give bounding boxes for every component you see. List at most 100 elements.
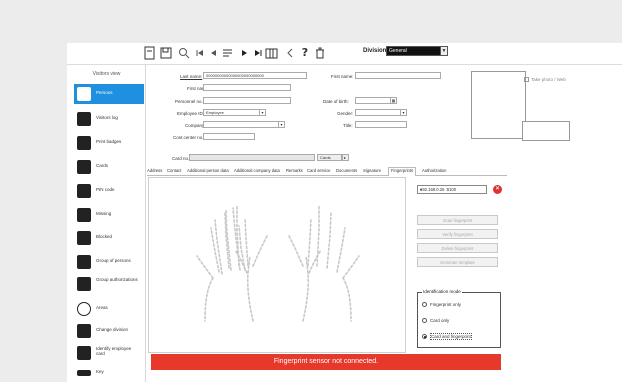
cards-button[interactable]: Cards — [317, 154, 342, 161]
tab-documents[interactable]: Documents — [336, 168, 357, 173]
card-person-icon — [77, 160, 91, 174]
chevron-down-icon: ▾ — [278, 122, 284, 127]
sidebar-item-label: Blocked — [96, 234, 113, 239]
scan-fingerprint-button[interactable]: Scan fingerprint — [417, 215, 498, 225]
employee-id-select[interactable]: Employee ▾ — [203, 109, 266, 116]
fingerprint-reader-select[interactable]: 192.168.0.26 :9100 ▾ — [417, 185, 487, 194]
pin-person-icon — [77, 184, 91, 198]
sidebar-item-change-division[interactable]: Change division — [74, 321, 144, 341]
change-division-icon — [77, 324, 91, 338]
back-icon[interactable] — [283, 46, 297, 60]
card-no-label: Card no.: — [172, 156, 191, 161]
previous-record-icon[interactable] — [207, 46, 221, 60]
sidebar-item-identify-employee-card[interactable]: Identify employee card — [74, 343, 144, 363]
sidebar-item-group-authorizations[interactable]: Group authorizations — [74, 274, 144, 294]
personnel-no-field[interactable] — [203, 97, 291, 104]
chevron-down-icon[interactable]: ▼ — [440, 46, 448, 56]
tab-additional-person-data[interactable]: Additional person data — [187, 168, 229, 173]
sidebar-item-label: Areas — [96, 305, 108, 310]
right-finger-thumb — [288, 235, 304, 267]
sidebar-item-print-badges[interactable]: Print badges — [74, 133, 144, 153]
division-label: Division: — [363, 48, 389, 54]
cards-dropdown-button[interactable]: ▸ — [342, 154, 349, 161]
radio-label: Card and fingerprint — [430, 333, 472, 340]
tab-signature[interactable]: Signature — [363, 168, 381, 173]
blocked-icon — [77, 231, 91, 245]
remove-reader-icon[interactable]: × — [493, 185, 502, 194]
new-document-icon[interactable] — [143, 46, 157, 60]
tab-additional-company-data[interactable]: Additional company data — [234, 168, 280, 173]
sidebar-item-persons[interactable]: Persons — [74, 84, 144, 104]
sidebar-item-pin-code[interactable]: PIN code — [74, 181, 144, 201]
tab-remarks[interactable]: Remarks — [286, 168, 303, 173]
division-value: General — [389, 48, 407, 54]
first-record-icon[interactable] — [193, 46, 207, 60]
title-label: Title: — [343, 123, 353, 128]
cost-center-field[interactable] — [203, 133, 255, 140]
fingerprint-error-message: Fingerprint sensor not connected. — [151, 354, 501, 370]
last-name-field[interactable]: 00000000000000000000000000 — [203, 72, 307, 79]
help-icon[interactable]: ? — [298, 46, 312, 60]
tab-card-service[interactable]: Card service — [307, 168, 331, 173]
application-window: ? Division: General ▼ Visitors view Pers… — [67, 43, 622, 382]
sidebar: Visitors view Persons Visitors log Print… — [67, 65, 146, 382]
first-name2-field[interactable] — [355, 72, 441, 79]
last-name-label: Last name: — [180, 74, 203, 79]
group-icon — [77, 255, 91, 269]
sidebar-item-label: PIN code — [96, 187, 115, 192]
radio-fingerprint-only[interactable]: Fingerprint only — [422, 302, 462, 308]
key-icon — [77, 370, 91, 376]
first-name-field[interactable] — [203, 84, 291, 91]
hands-outline-icon — [196, 205, 360, 322]
right-finger-middle — [316, 205, 320, 267]
sidebar-item-cards[interactable]: Cards — [74, 157, 144, 177]
sidebar-item-label: Print badges — [96, 139, 122, 144]
division-select[interactable]: General — [386, 46, 447, 56]
next-record-icon[interactable] — [237, 46, 251, 60]
delete-fingerprint-button[interactable]: Delete fingerprint — [417, 243, 498, 253]
sidebar-item-label: Identify employee card — [96, 346, 132, 356]
calendar-icon: ▦ — [390, 98, 396, 103]
radio-label: Fingerprint only — [430, 302, 462, 307]
sidebar-item-visitors-log[interactable]: Visitors log — [74, 109, 144, 129]
generate-template-button[interactable]: Generate template — [417, 257, 498, 267]
take-photo-checkbox[interactable]: Take photo / Web — [524, 77, 566, 83]
gender-select[interactable]: ▾ — [355, 109, 407, 116]
sidebar-item-key[interactable]: Key — [74, 363, 144, 382]
save-icon[interactable] — [159, 46, 173, 60]
tab-fingerprints[interactable]: Fingerprints — [388, 167, 417, 176]
sidebar-item-blocked[interactable]: Blocked — [74, 228, 144, 248]
right-hand-outline — [302, 249, 360, 322]
date-of-birth-field[interactable]: ▦ — [355, 97, 397, 104]
identify-card-icon — [77, 346, 91, 360]
columns-icon[interactable] — [265, 46, 279, 60]
sidebar-item-label: Group of persons — [96, 258, 131, 263]
cost-center-label: Cost center no.: — [173, 135, 205, 140]
sidebar-item-label: Persons — [96, 90, 113, 95]
title-field[interactable] — [355, 121, 407, 128]
fingerprint-hands-panel — [148, 177, 406, 353]
last-record-icon[interactable] — [251, 46, 265, 60]
last-name-value: 00000000000000000000000000 — [206, 73, 264, 78]
delete-icon[interactable] — [313, 46, 327, 60]
group-authorizations-icon — [77, 277, 91, 291]
sidebar-item-missing[interactable]: Missing — [74, 205, 144, 225]
gender-label: Gender: — [337, 111, 354, 116]
sidebar-item-areas[interactable]: Areas — [74, 299, 144, 319]
verify-fingerprint-button[interactable]: Verify fingerprint — [417, 229, 498, 239]
sidebar-item-label: Key — [96, 369, 104, 374]
chevron-down-icon: ▾ — [259, 110, 265, 115]
radio-card-only[interactable]: Card only — [422, 318, 449, 324]
card-no-field[interactable] — [189, 154, 315, 161]
tab-authorization[interactable]: Authorization — [422, 168, 446, 173]
search-icon[interactable] — [177, 46, 191, 60]
tab-contact[interactable]: Contact — [167, 168, 181, 173]
sidebar-title: Visitors view — [92, 71, 121, 77]
photo-box[interactable] — [471, 71, 526, 139]
sidebar-item-group-of-persons[interactable]: Group of persons — [74, 252, 144, 272]
company-select[interactable]: ▾ — [203, 121, 285, 128]
filter-icon[interactable] — [221, 46, 235, 60]
radio-card-and-fingerprint[interactable]: Card and fingerprint — [422, 333, 472, 340]
tab-address[interactable]: Address — [147, 168, 162, 173]
printer-icon — [77, 136, 91, 150]
